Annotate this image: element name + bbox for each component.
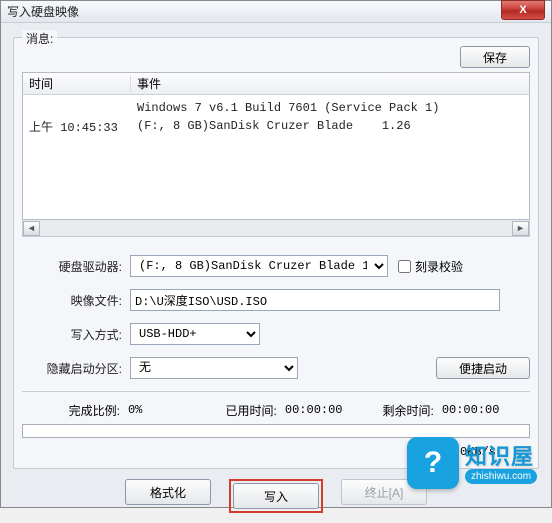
scroll-left-icon[interactable]: ◄ [23,221,40,236]
progress-bar [22,424,530,438]
verify-checkbox[interactable] [398,260,411,273]
horizontal-scrollbar[interactable]: ◄ ► [22,220,530,237]
image-label: 映像文件: [22,292,130,309]
quick-boot-button[interactable]: 便捷启动 [436,357,530,379]
verify-checkbox-row[interactable]: 刻录校验 [398,258,463,275]
remain-value: 00:00:00 [442,403,530,417]
drive-select[interactable]: (F:, 8 GB)SanDisk Cruzer Blade 1.26 [130,255,388,277]
drive-row: 硬盘驱动器: (F:, 8 GB)SanDisk Cruzer Blade 1.… [22,251,530,281]
method-row: 写入方式: USB-HDD+ [22,319,530,349]
hidden-partition-select[interactable]: 无 [130,357,298,379]
scroll-right-icon[interactable]: ► [512,221,529,236]
client-area: 消息: 保存 时间 事件 Windows 7 v6.1 Build 7601 (… [1,23,551,523]
elapsed-label: 已用时间: [216,402,285,419]
log-cell-event: (F:, 8 GB)SanDisk Cruzer Blade 1.26 [131,119,529,133]
image-row: 映像文件: [22,285,530,315]
method-label: 写入方式: [22,326,130,343]
speed-value: 0KB/s [460,445,530,459]
elapsed-value: 00:00:00 [285,403,373,417]
log-header-event: 事件 [131,75,529,92]
done-label: 完成比例: [22,402,128,419]
log-cell-time: 上午 10:45:33 [23,118,131,135]
log-header-time: 时间 [23,75,131,92]
dialog-window: 写入硬盘映像 X 消息: 保存 时间 事件 Windows 7 v6.1 Bui… [0,0,552,508]
save-row: 保存 [22,46,530,68]
log-header: 时间 事件 [23,73,529,95]
message-group-label: 消息: [22,30,57,47]
log-row: 上午 10:45:33 (F:, 8 GB)SanDisk Cruzer Bla… [23,117,529,135]
log-table: 时间 事件 Windows 7 v6.1 Build 7601 (Service… [22,72,530,220]
image-path-input[interactable] [130,289,500,311]
log-row: Windows 7 v6.1 Build 7601 (Service Pack … [23,99,529,117]
drive-label: 硬盘驱动器: [22,258,130,275]
hidden-label: 隐藏启动分区: [22,360,130,377]
remain-label: 剩余时间: [373,402,442,419]
done-value: 0% [128,403,216,417]
speed-row: 速度: 0KB/s [22,440,530,464]
save-button[interactable]: 保存 [460,46,530,68]
hidden-row: 隐藏启动分区: 无 便捷启动 [22,353,530,383]
abort-button: 终止[A] [341,479,427,505]
message-group: 消息: 保存 时间 事件 Windows 7 v6.1 Build 7601 (… [13,37,539,469]
separator [22,391,530,392]
close-button[interactable]: X [501,0,545,20]
progress-text-row: 完成比例: 0% 已用时间: 00:00:00 剩余时间: 00:00:00 [22,398,530,422]
window-title: 写入硬盘映像 [7,3,79,20]
verify-label: 刻录校验 [415,258,463,275]
titlebar: 写入硬盘映像 [1,1,551,23]
log-body: Windows 7 v6.1 Build 7601 (Service Pack … [23,95,529,139]
log-cell-event: Windows 7 v6.1 Build 7601 (Service Pack … [131,101,529,115]
write-button[interactable]: 写入 [233,483,319,509]
format-button[interactable]: 格式化 [125,479,211,505]
speed-label: 速度: [423,444,450,461]
write-method-select[interactable]: USB-HDD+ [130,323,260,345]
